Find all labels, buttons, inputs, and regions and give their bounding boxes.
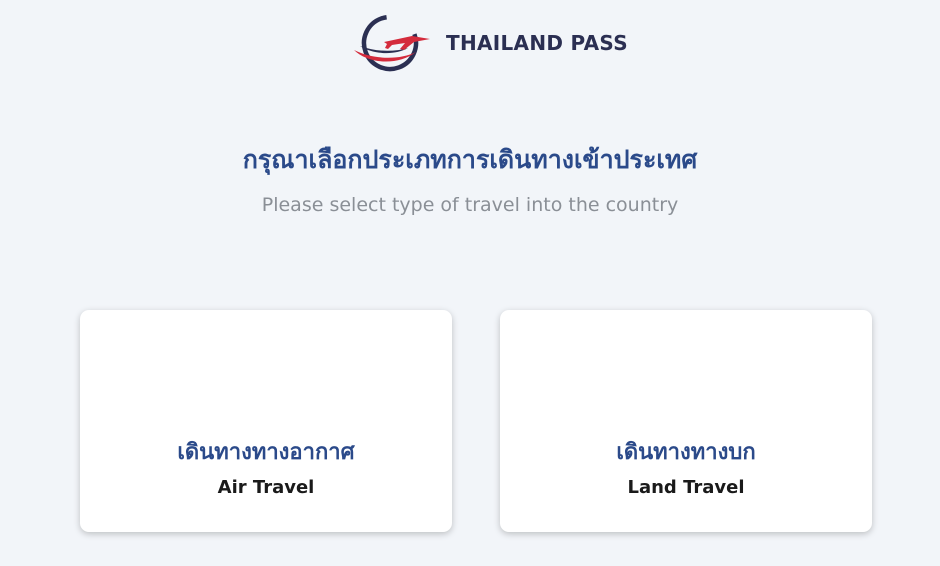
land-travel-label-thai: เดินทางทางบก [616, 440, 756, 465]
logo-text: THAILAND PASS [446, 31, 628, 55]
air-travel-label-thai: เดินทางทางอากาศ [177, 440, 355, 465]
land-travel-label: Land Travel [627, 477, 745, 498]
land-travel-card[interactable]: เดินทางทางบก Land Travel [500, 310, 872, 532]
page-title-thai: กรุณาเลือกประเภทการเดินทางเข้าประเทศ [242, 145, 698, 174]
thailand-pass-logo: THAILAND PASS [350, 12, 628, 74]
air-travel-label: Air Travel [217, 477, 315, 498]
thailand-pass-logo-icon [354, 14, 430, 72]
air-travel-card[interactable]: เดินทางทางอากาศ Air Travel [80, 310, 452, 532]
page-subtitle: Please select type of travel into the co… [261, 194, 679, 216]
